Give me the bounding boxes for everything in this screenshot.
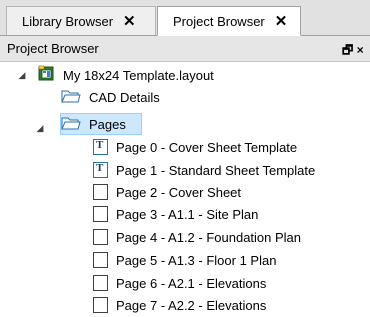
tab-project-browser[interactable]: Project Browser ✕ [157, 6, 301, 36]
page-icon [93, 229, 108, 245]
tree-item-page[interactable]: Page 4 - A1.2 - Foundation Plan [93, 226, 301, 248]
tab-library-browser[interactable]: Library Browser ✕ [6, 6, 156, 35]
tab-label: Project Browser [173, 13, 265, 29]
tree-item-page[interactable]: Page 6 - A2.1 - Elevations [93, 272, 266, 294]
tree-item-label: Page 2 - Cover Sheet [116, 184, 242, 200]
layout-file-icon [38, 65, 55, 85]
page-icon [93, 184, 108, 200]
folder-icon [61, 88, 81, 107]
tree-item-page[interactable]: Page 2 - Cover Sheet [93, 181, 241, 203]
close-icon[interactable]: ✕ [123, 12, 136, 30]
tree-item-pages[interactable]: Pages [61, 113, 126, 135]
tree-item-page[interactable]: T Page 0 - Cover Sheet Template [93, 136, 297, 158]
page-icon [93, 275, 108, 291]
template-page-icon: T [93, 139, 108, 155]
folder-open-icon [61, 115, 81, 134]
tree-item-label: Page 4 - A1.2 - Foundation Plan [116, 229, 302, 245]
float-window-icon[interactable]: 🗗 × [342, 41, 364, 62]
tree-item-label: Page 3 - A1.1 - Site Plan [116, 206, 259, 222]
page-icon [93, 252, 108, 268]
pane-title: Project Browser [7, 41, 99, 56]
page-icon [93, 297, 108, 313]
close-icon[interactable]: ✕ [275, 12, 288, 30]
tree-item-page[interactable]: Page 7 - A2.2 - Elevations [93, 294, 266, 316]
tree-item-label: Page 7 - A2.2 - Elevations [116, 297, 267, 313]
tree-item-page[interactable]: T Page 1 - Standard Sheet Template [93, 159, 315, 181]
tab-bar: Library Browser ✕ Project Browser ✕ [0, 0, 370, 36]
tree-item-label: My 18x24 Template.layout [63, 67, 214, 83]
tree-item-label: Page 5 - A1.3 - Floor 1 Plan [116, 252, 277, 268]
pane-header: Project Browser 🗗 × [0, 36, 370, 62]
tree-item-label: Pages [89, 116, 126, 132]
tree-item-label: Page 0 - Cover Sheet Template [116, 139, 298, 155]
collapse-arrow-icon[interactable]: ◢ [17, 70, 27, 80]
tree-item-label: Page 1 - Standard Sheet Template [116, 162, 316, 178]
page-icon [93, 206, 108, 222]
tree-item-page[interactable]: Page 3 - A1.1 - Site Plan [93, 203, 258, 225]
project-tree: ◢ My 18x24 Template.layout CAD Details ◢ [0, 64, 370, 317]
template-page-icon: T [93, 162, 108, 178]
tree-item-page[interactable]: Page 5 - A1.3 - Floor 1 Plan [93, 249, 276, 271]
tree-item-cad-details[interactable]: CAD Details [61, 86, 160, 108]
collapse-arrow-icon[interactable]: ◢ [35, 123, 45, 133]
tree-item-label: Page 6 - A2.1 - Elevations [116, 275, 267, 291]
tab-label: Library Browser [22, 13, 114, 29]
tree-item-label: CAD Details [89, 89, 160, 105]
tree-item-root[interactable]: My 18x24 Template.layout [38, 64, 214, 86]
